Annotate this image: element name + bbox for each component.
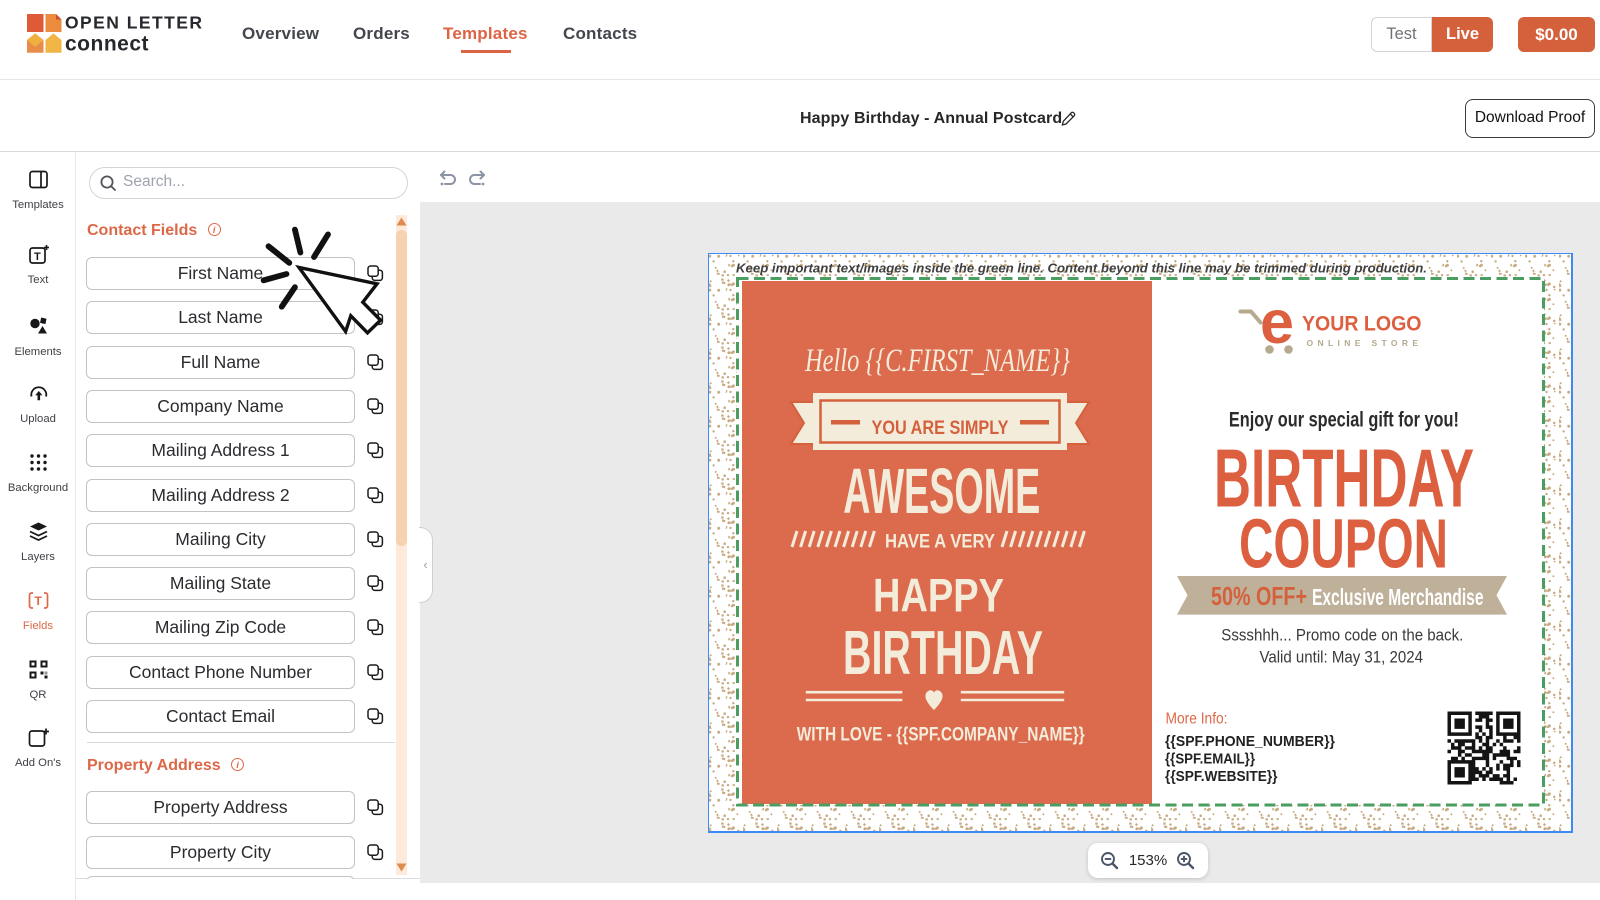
svg-text:YOU ARE SIMPLY: YOU ARE SIMPLY — [872, 418, 1009, 439]
svg-text:{{SPF.WEBSITE}}: {{SPF.WEBSITE}} — [1165, 768, 1278, 785]
svg-text:More Info:: More Info: — [1166, 711, 1228, 728]
svg-text:Valid until: May 31, 2024: Valid until: May 31, 2024 — [1259, 649, 1423, 667]
svg-text:COUPON: COUPON — [1239, 505, 1448, 583]
svg-text:Enjoy our special gift for you: Enjoy our special gift for you! — [1229, 408, 1459, 432]
svg-text:50% OFF+: 50% OFF+ — [1211, 583, 1307, 611]
svg-text:Keep important text/images ins: Keep important text/images inside the gr… — [736, 261, 1427, 276]
svg-text:HAVE A VERY: HAVE A VERY — [885, 532, 995, 553]
svg-text:WITH LOVE - {{SPF.COMPANY_NAME: WITH LOVE - {{SPF.COMPANY_NAME}} — [797, 724, 1085, 746]
svg-text:BIRTHDAY: BIRTHDAY — [843, 618, 1043, 688]
svg-text:Sssshhh... Promo code on the b: Sssshhh... Promo code on the back. — [1221, 627, 1463, 645]
svg-text:Hello {{C.FIRST_NAME}}: Hello {{C.FIRST_NAME}} — [804, 343, 1070, 379]
svg-text:Exclusive Merchandise: Exclusive Merchandise — [1312, 584, 1484, 610]
svg-text:HAPPY: HAPPY — [873, 570, 1004, 623]
svg-text:YOUR LOGO: YOUR LOGO — [1302, 312, 1422, 336]
svg-text:{{SPF.EMAIL}}: {{SPF.EMAIL}} — [1165, 751, 1255, 768]
svg-text:AWESOME: AWESOME — [843, 455, 1040, 527]
svg-text:{{SPF.PHONE_NUMBER}}: {{SPF.PHONE_NUMBER}} — [1165, 733, 1335, 750]
